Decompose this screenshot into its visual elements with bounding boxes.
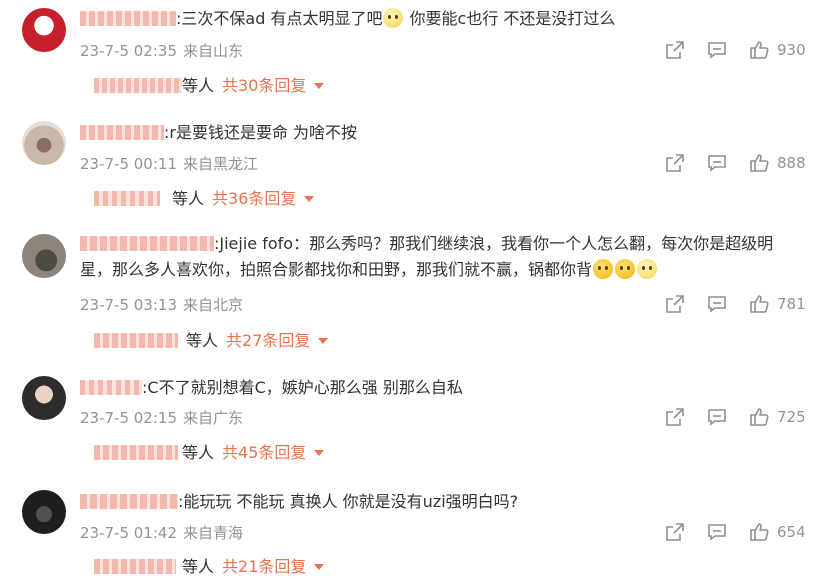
comment-text: :能玩玩 不能玩 真换人 你就是没有uzi强明白吗? bbox=[80, 491, 518, 513]
comment-text: :C不了就别想着C，嫉妒心那么强 别那么自私 bbox=[80, 377, 463, 399]
comment-meta: 23-7-5 02:35 来自山东 bbox=[80, 40, 243, 61]
reply-summary: 等人 共45条回复 bbox=[94, 442, 325, 464]
reply-who: 等人 bbox=[182, 76, 215, 95]
reply-who: 等人 bbox=[172, 189, 205, 208]
comment-date: 23-7-5 01:42 bbox=[80, 524, 177, 542]
comment-button[interactable] bbox=[706, 152, 728, 174]
thumbs-up-icon bbox=[750, 295, 769, 313]
share-button[interactable] bbox=[664, 521, 686, 543]
reply-summary: 等人 共36条回复 bbox=[94, 188, 315, 210]
reply-summary: 等人 共27条回复 bbox=[94, 330, 329, 352]
comment-actions: 781 bbox=[664, 293, 806, 315]
reply-summary: 等人 共21条回复 bbox=[94, 556, 325, 578]
comment-text: :r是要钱还是要命 为啥不按 bbox=[80, 122, 357, 144]
share-button[interactable] bbox=[664, 152, 686, 174]
comment-icon bbox=[708, 42, 726, 59]
caret-down-icon[interactable] bbox=[314, 564, 325, 570]
avatar[interactable] bbox=[22, 376, 66, 420]
comment-location: 来自山东 bbox=[183, 42, 244, 60]
avatar[interactable] bbox=[22, 234, 66, 278]
comment-icon bbox=[708, 524, 726, 541]
view-replies-link[interactable]: 共45条回复 bbox=[222, 443, 306, 462]
share-icon bbox=[666, 41, 684, 59]
comment-text: :Jiejie fofo：那么秀吗？那我们继续浪，我看你一个人怎么翻，每次你是超… bbox=[80, 234, 774, 279]
like-button[interactable]: 781 bbox=[748, 293, 806, 315]
comment-meta: 23-7-5 01:42 来自青海 bbox=[80, 522, 243, 543]
share-button[interactable] bbox=[664, 39, 686, 61]
reply-usernames[interactable] bbox=[94, 191, 160, 206]
username[interactable] bbox=[80, 380, 142, 395]
comment-button[interactable] bbox=[706, 39, 728, 61]
like-button[interactable]: 725 bbox=[748, 406, 806, 428]
like-button[interactable]: 930 bbox=[748, 39, 806, 61]
avatar[interactable] bbox=[22, 8, 66, 52]
comment-button[interactable] bbox=[706, 293, 728, 315]
comment-location: 来自黑龙江 bbox=[183, 155, 259, 173]
comment-meta: 23-7-5 00:11 来自黑龙江 bbox=[80, 153, 258, 174]
comment-actions: 725 bbox=[664, 406, 806, 428]
comment-date: 23-7-5 03:13 bbox=[80, 296, 177, 314]
comment-date: 23-7-5 02:15 bbox=[80, 409, 177, 427]
caret-down-icon[interactable] bbox=[318, 338, 329, 344]
thumbs-up-icon bbox=[750, 408, 769, 426]
like-count: 654 bbox=[777, 523, 806, 541]
thinking-face-icon bbox=[593, 259, 614, 279]
thumbs-up-icon bbox=[750, 523, 769, 541]
caret-down-icon[interactable] bbox=[314, 83, 325, 89]
comment-actions: 888 bbox=[664, 152, 806, 174]
thumbs-up-icon bbox=[750, 154, 769, 172]
comment-date: 23-7-5 00:11 bbox=[80, 155, 177, 173]
comment-icon bbox=[708, 155, 726, 172]
comment-actions: 654 bbox=[664, 521, 806, 543]
reply-who: 等人 bbox=[182, 443, 215, 462]
comment-date: 23-7-5 02:35 bbox=[80, 42, 177, 60]
avatar[interactable] bbox=[22, 490, 66, 534]
caret-down-icon[interactable] bbox=[314, 450, 325, 456]
share-icon bbox=[666, 295, 684, 313]
comment-location: 来自广东 bbox=[183, 409, 244, 427]
shocked-face-icon bbox=[383, 8, 404, 28]
comment-meta: 23-7-5 02:15 来自广东 bbox=[80, 407, 243, 428]
view-replies-link[interactable]: 共36条回复 bbox=[212, 189, 296, 208]
reply-who: 等人 bbox=[186, 331, 219, 350]
like-button[interactable]: 654 bbox=[748, 521, 806, 543]
comment-meta: 23-7-5 03:13 来自北京 bbox=[80, 294, 243, 315]
thumbs-up-icon bbox=[750, 41, 769, 59]
comment-actions: 930 bbox=[664, 39, 806, 61]
like-count: 725 bbox=[777, 408, 806, 426]
view-replies-link[interactable]: 共30条回复 bbox=[222, 76, 306, 95]
view-replies-link[interactable]: 共27条回复 bbox=[226, 331, 310, 350]
comment-button[interactable] bbox=[706, 521, 728, 543]
caret-down-icon[interactable] bbox=[304, 196, 315, 202]
reply-usernames[interactable] bbox=[94, 445, 178, 460]
share-button[interactable] bbox=[664, 406, 686, 428]
smile-face-icon bbox=[637, 259, 658, 279]
comment-icon bbox=[708, 409, 726, 426]
reply-who: 等人 bbox=[182, 557, 215, 576]
reply-usernames[interactable] bbox=[94, 78, 182, 93]
username[interactable] bbox=[80, 11, 176, 26]
thinking-face-icon bbox=[615, 259, 636, 279]
comment-text: :三次不保ad 有点太明显了吧 你要能c也行 不还是没打过么 bbox=[80, 8, 615, 30]
username[interactable] bbox=[80, 494, 178, 509]
reply-usernames[interactable] bbox=[94, 333, 178, 348]
reply-summary: 等人 共30条回复 bbox=[94, 75, 325, 97]
comment-button[interactable] bbox=[706, 406, 728, 428]
avatar[interactable] bbox=[22, 121, 66, 165]
view-replies-link[interactable]: 共21条回复 bbox=[222, 557, 306, 576]
comment-icon bbox=[708, 296, 726, 313]
like-button[interactable]: 888 bbox=[748, 152, 806, 174]
like-count: 888 bbox=[777, 154, 806, 172]
like-count: 781 bbox=[777, 295, 806, 313]
share-icon bbox=[666, 408, 684, 426]
share-button[interactable] bbox=[664, 293, 686, 315]
reply-usernames[interactable] bbox=[94, 559, 176, 574]
like-count: 930 bbox=[777, 41, 806, 59]
share-icon bbox=[666, 523, 684, 541]
comment-location: 来自北京 bbox=[183, 296, 244, 314]
comment-location: 来自青海 bbox=[183, 524, 244, 542]
username[interactable] bbox=[80, 236, 214, 251]
username[interactable] bbox=[80, 125, 164, 140]
share-icon bbox=[666, 154, 684, 172]
